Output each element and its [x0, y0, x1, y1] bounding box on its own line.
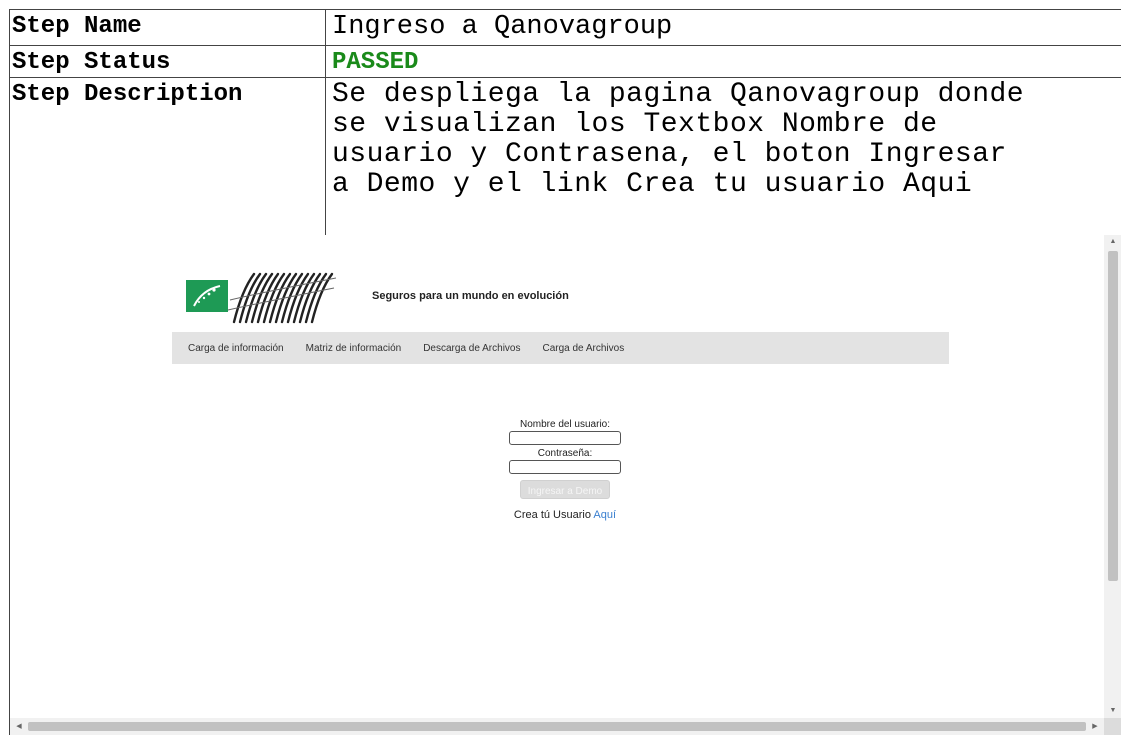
main-navbar: Carga de información Matriz de informaci… — [172, 332, 949, 364]
username-label: Nombre del usuario: — [519, 419, 611, 430]
step-name-value: Ingreso a Qanovagroup — [332, 12, 673, 42]
scroll-corner — [1104, 718, 1121, 735]
login-form: Nombre del usuario: Contraseña: Ingresar… — [480, 419, 650, 521]
horizontal-scrollbar[interactable]: ◀ ▶ — [10, 718, 1104, 735]
username-input[interactable] — [509, 431, 621, 445]
password-label: Contraseña: — [537, 448, 593, 459]
step-status-value: PASSED — [332, 49, 419, 76]
page-screenshot: Seguros para un mundo en evolución Carga… — [9, 235, 1121, 735]
nav-carga-informacion[interactable]: Carga de información — [188, 343, 284, 354]
ingresar-demo-button[interactable]: Ingresar a Demo — [520, 480, 610, 499]
arrow-right-icon[interactable]: ▶ — [1086, 722, 1104, 732]
create-user-text: Crea tú Usuario — [513, 509, 591, 521]
nav-carga-archivos[interactable]: Carga de Archivos — [542, 343, 624, 354]
arrow-up-icon[interactable]: ▲ — [1104, 237, 1121, 247]
step-description-label: Step Description — [10, 78, 326, 235]
star-icon — [193, 285, 221, 307]
nav-descarga-archivos[interactable]: Descarga de Archivos — [423, 343, 520, 354]
bnp-star-logo-icon — [186, 280, 228, 312]
vertical-scroll-thumb[interactable] — [1108, 251, 1118, 581]
step-description-value: Se despliega la pagina Qanovagroup donde… — [332, 79, 1025, 200]
arrow-left-icon[interactable]: ◀ — [10, 722, 28, 732]
password-input[interactable] — [509, 460, 621, 474]
tagline: Seguros para un mundo en evolución — [372, 290, 569, 302]
nav-matriz-informacion[interactable]: Matriz de información — [306, 343, 402, 354]
step-status-label: Step Status — [10, 46, 326, 77]
striped-wordmark-icon — [227, 272, 337, 324]
vertical-scrollbar[interactable]: ▲ ▼ — [1104, 235, 1121, 718]
step-name-row: Step Name Ingreso a Qanovagroup — [10, 10, 1121, 46]
arrow-down-icon[interactable]: ▼ — [1104, 706, 1121, 716]
step-report-table: Step Name Ingreso a Qanovagroup Step Sta… — [9, 9, 1121, 236]
browser-viewport: Seguros para un mundo en evolución Carga… — [10, 235, 1104, 718]
create-user-link[interactable]: Aquí — [593, 509, 616, 521]
step-status-row: Step Status PASSED — [10, 46, 1121, 78]
step-description-row: Step Description Se despliega la pagina … — [10, 78, 1121, 236]
horizontal-scroll-thumb[interactable] — [28, 722, 1086, 731]
step-name-label: Step Name — [10, 10, 326, 45]
create-user-line: Crea tú Usuario Aquí — [480, 509, 650, 521]
